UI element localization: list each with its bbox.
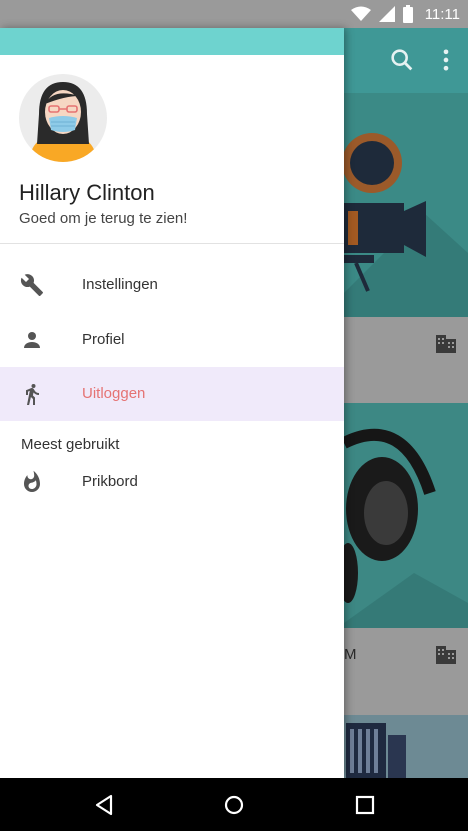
menu-item-label: Prikbord — [82, 473, 138, 490]
card-image-camera — [344, 93, 468, 317]
menu-item-label: Profiel — [82, 331, 125, 348]
background-card[interactable]: M — [344, 403, 468, 715]
navigation-drawer: Hillary Clinton Goed om je terug te zien… — [0, 28, 344, 778]
system-navigation-bar — [0, 778, 468, 831]
battery-icon — [402, 5, 413, 23]
avatar[interactable] — [19, 74, 107, 162]
building-icon — [436, 335, 456, 353]
walking-person-icon — [26, 384, 39, 405]
card-footer-text: M — [344, 646, 357, 663]
more-vert-icon[interactable] — [432, 46, 460, 74]
avatar-illustration — [29, 82, 97, 162]
card-footer: M — [344, 628, 468, 715]
wrench-icon — [20, 274, 43, 296]
section-header-most-used: Meest gebruikt — [21, 436, 120, 453]
menu-item-profile[interactable]: Profiel — [0, 313, 344, 367]
recents-icon[interactable] — [352, 792, 378, 818]
drawer-header-strip — [0, 28, 344, 55]
search-icon[interactable] — [388, 46, 416, 74]
home-icon[interactable] — [221, 792, 247, 818]
card-image-headphones — [344, 403, 468, 628]
background-card[interactable] — [344, 715, 468, 778]
status-bar: 11:11 — [0, 0, 468, 28]
background-card[interactable] — [344, 93, 468, 403]
divider — [0, 243, 344, 244]
camera-illustration — [344, 133, 468, 317]
status-time: 11:11 — [424, 5, 460, 23]
building-icon — [436, 646, 456, 664]
card-image-building — [344, 715, 468, 778]
menu-item-label: Uitloggen — [82, 385, 146, 402]
back-icon[interactable] — [92, 792, 118, 818]
wifi-icon — [350, 6, 371, 21]
user-name: Hillary Clinton — [19, 180, 155, 205]
status-icons: 11:11 — [350, 0, 460, 28]
menu-item-settings[interactable]: Instellingen — [0, 258, 344, 312]
app-screen: 11:11 M Hillary Clinton Goed om je terug… — [0, 0, 468, 831]
flame-icon — [24, 470, 40, 492]
menu-item-logout[interactable]: Uitloggen — [0, 367, 344, 421]
menu-item-label: Instellingen — [82, 276, 158, 293]
building-illustration — [346, 723, 406, 778]
headphones-illustration — [344, 428, 468, 628]
person-icon — [24, 332, 40, 348]
menu-item-prikbord[interactable]: Prikbord — [0, 455, 344, 509]
cellular-signal-icon — [378, 6, 395, 22]
card-footer — [344, 317, 468, 403]
user-greeting: Goed om je terug te zien! — [19, 210, 188, 227]
